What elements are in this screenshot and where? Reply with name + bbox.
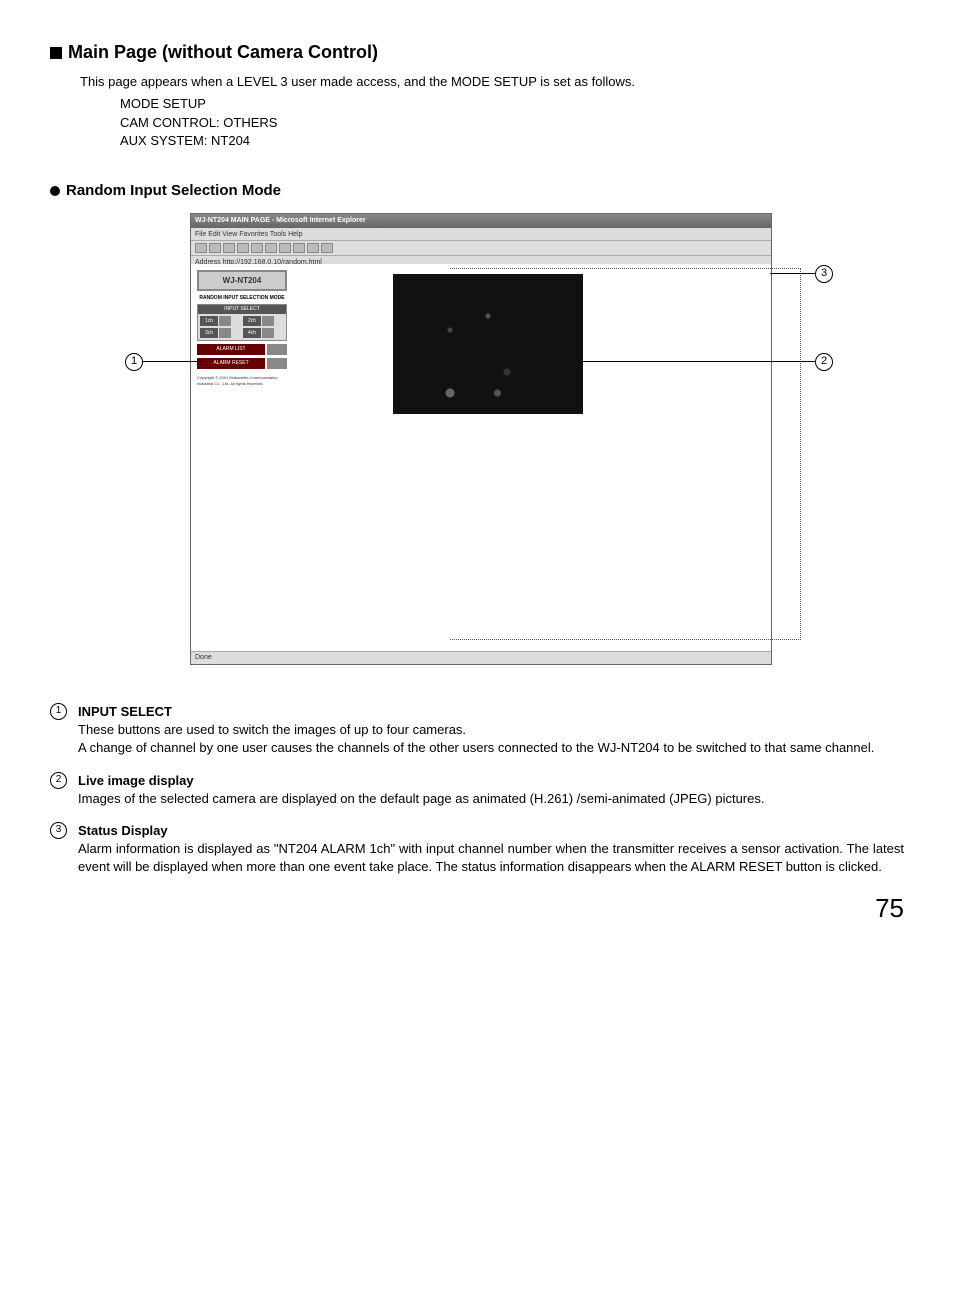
go-icon	[219, 328, 231, 338]
description-block: 1 INPUT SELECT These buttons are used to…	[50, 703, 904, 877]
toolbar-print-button[interactable]	[321, 243, 333, 253]
desc-2-num: 2	[50, 772, 67, 789]
browser-content: WJ-NT204 RANDOM INPUT SELECTION MODE INP…	[191, 264, 771, 652]
callout-2: 2	[580, 353, 833, 371]
ch-label: 2ch	[243, 316, 261, 326]
status-bar: Done	[191, 651, 771, 664]
main-view	[293, 264, 771, 652]
channel-2-button[interactable]: 2ch	[243, 316, 284, 326]
toolbar-forward-button[interactable]	[209, 243, 221, 253]
desc-3-title: Status Display	[78, 823, 168, 838]
toolbar-history-button[interactable]	[293, 243, 305, 253]
callout-3-num: 3	[815, 265, 833, 283]
alarm-list-row: ALARM LIST	[197, 344, 287, 355]
toolbar-back-button[interactable]	[195, 243, 207, 253]
channel-1-button[interactable]: 1ch	[200, 316, 241, 326]
desc-item-1: 1 INPUT SELECT These buttons are used to…	[50, 703, 904, 758]
toolbar-mail-button[interactable]	[307, 243, 319, 253]
sub-title-text: Random Input Selection Mode	[66, 182, 281, 199]
circle-bullet-icon	[50, 186, 60, 196]
toolbar-refresh-button[interactable]	[237, 243, 249, 253]
live-video-display	[393, 274, 583, 414]
panel-logo: WJ-NT204	[197, 270, 287, 291]
channel-3-button[interactable]: 3ch	[200, 328, 241, 338]
callout-line	[580, 361, 815, 362]
desc-1-line2: A change of channel by one user causes t…	[78, 740, 874, 755]
video-image	[393, 274, 583, 414]
toolbar-search-button[interactable]	[265, 243, 277, 253]
square-bullet-icon	[50, 47, 62, 59]
sub-title: Random Input Selection Mode	[50, 180, 904, 201]
channel-grid: 1ch 2ch 3ch 4ch	[198, 314, 286, 340]
setting-line-2: CAM CONTROL: OTHERS	[120, 114, 904, 132]
desc-item-2: 2 Live image display Images of the selec…	[50, 772, 904, 808]
toolbar-stop-button[interactable]	[223, 243, 235, 253]
callout-line	[770, 273, 815, 274]
desc-3-num: 3	[50, 822, 67, 839]
ch-label: 3ch	[200, 328, 218, 338]
window-menubar[interactable]: File Edit View Favorites Tools Help	[191, 228, 771, 241]
toolbar-home-button[interactable]	[251, 243, 263, 253]
callout-1-num: 1	[125, 353, 143, 371]
go-icon	[262, 328, 274, 338]
settings-block: MODE SETUP CAM CONTROL: OTHERS AUX SYSTE…	[120, 95, 904, 150]
mode-label: RANDOM INPUT SELECTION MODE	[197, 295, 287, 302]
desc-item-3: 3 Status Display Alarm information is di…	[50, 822, 904, 877]
input-select-box: INPUT SELECT 1ch 2ch 3ch 4ch	[197, 304, 287, 341]
ch-label: 1ch	[200, 316, 218, 326]
desc-2-title: Live image display	[78, 773, 194, 788]
alarm-reset-row: ALARM RESET	[197, 358, 287, 369]
figure-area: WJ-NT204 MAIN PAGE - Microsoft Internet …	[50, 213, 904, 673]
callout-2-num: 2	[815, 353, 833, 371]
setting-line-3: AUX SYSTEM: NT204	[120, 132, 904, 150]
intro-text: This page appears when a LEVEL 3 user ma…	[80, 73, 904, 91]
ch-label: 4ch	[243, 328, 261, 338]
browser-window: WJ-NT204 MAIN PAGE - Microsoft Internet …	[190, 213, 772, 665]
alarm-list-label: ALARM LIST	[197, 344, 265, 355]
main-title: Main Page (without Camera Control)	[50, 40, 904, 65]
setting-line-1: MODE SETUP	[120, 95, 904, 113]
desc-1-title: INPUT SELECT	[78, 704, 172, 719]
callout-line	[143, 361, 203, 362]
callout-3: 3	[770, 265, 833, 283]
window-titlebar: WJ-NT204 MAIN PAGE - Microsoft Internet …	[191, 214, 771, 228]
callout-1: 1	[125, 353, 203, 371]
go-icon	[262, 316, 274, 326]
main-title-text: Main Page (without Camera Control)	[68, 42, 378, 62]
desc-1-num: 1	[50, 703, 67, 720]
desc-2-line1: Images of the selected camera are displa…	[78, 791, 764, 806]
alarm-list-button[interactable]	[267, 344, 287, 355]
window-toolbar	[191, 241, 771, 256]
page-number: 75	[875, 890, 904, 926]
status-left: Done	[195, 654, 212, 661]
input-select-title: INPUT SELECT	[198, 305, 286, 314]
desc-3-line1: Alarm information is displayed as "NT204…	[78, 841, 904, 874]
go-icon	[219, 316, 231, 326]
desc-1-line1: These buttons are used to switch the ima…	[78, 722, 466, 737]
toolbar-favorites-button[interactable]	[279, 243, 291, 253]
alarm-reset-button[interactable]	[267, 358, 287, 369]
control-panel: WJ-NT204 RANDOM INPUT SELECTION MODE INP…	[191, 264, 293, 652]
copyright-text: Copyright © 2001 Matsushita Communicatio…	[197, 375, 287, 386]
alarm-reset-label: ALARM RESET	[197, 358, 265, 369]
channel-4-button[interactable]: 4ch	[243, 328, 284, 338]
